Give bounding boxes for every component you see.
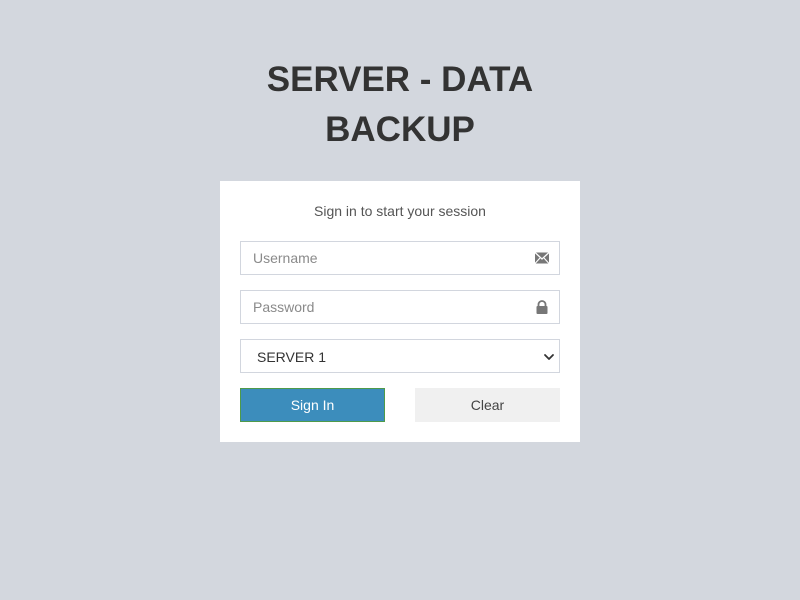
server-select[interactable]: SERVER 1 (240, 339, 560, 373)
lock-icon (534, 300, 550, 314)
sign-in-button[interactable]: Sign In (240, 388, 385, 422)
username-field (240, 241, 560, 275)
login-page: SERVER - DATA BACKUP Sign in to start yo… (0, 0, 800, 600)
clear-button[interactable]: Clear (415, 388, 560, 422)
username-input[interactable] (241, 242, 559, 274)
login-box: Sign in to start your session Username S… (220, 181, 580, 442)
page-title-line-1: SERVER - DATA (266, 60, 534, 99)
page-title-line-2: BACKUP (325, 110, 475, 149)
login-subtitle: Sign in to start your session (314, 203, 486, 219)
password-input[interactable] (241, 291, 559, 323)
envelope-icon (534, 251, 550, 265)
page-title: SERVER - DATA BACKUP (0, 55, 800, 155)
chevron-down-icon (543, 350, 555, 362)
server-select-value: SERVER 1 (257, 349, 326, 365)
password-field (240, 290, 560, 324)
